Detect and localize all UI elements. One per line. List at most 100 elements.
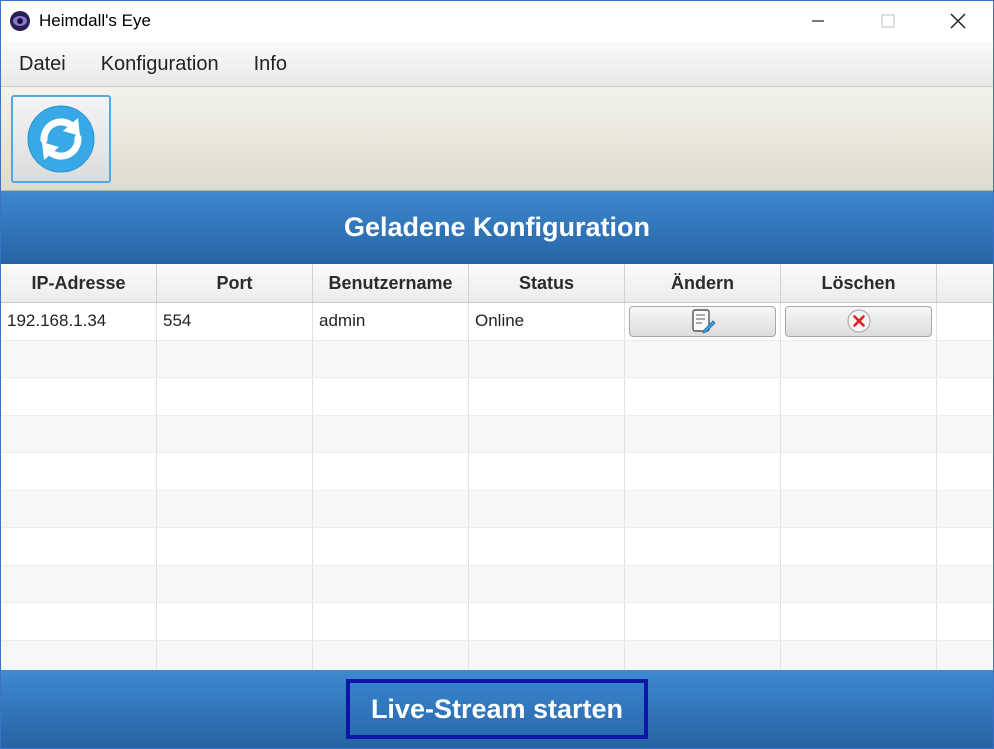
empty-cell xyxy=(1,603,157,640)
delete-icon xyxy=(846,309,871,333)
table-row-empty xyxy=(1,565,993,603)
empty-cell xyxy=(625,640,781,670)
close-icon xyxy=(950,13,966,29)
empty-cell xyxy=(781,378,937,415)
empty-cell xyxy=(781,603,937,640)
menu-bar: Datei Konfiguration Info xyxy=(1,41,993,87)
app-window: Heimdall's Eye Datei Konfiguration Info xyxy=(0,0,994,749)
empty-cell xyxy=(937,528,991,565)
config-table: IP-Adresse Port Benutzername Status Ände… xyxy=(1,264,993,670)
edit-button[interactable] xyxy=(629,305,776,337)
table-row-empty xyxy=(1,453,993,491)
empty-cell xyxy=(937,453,991,490)
empty-cell xyxy=(625,340,781,377)
cell-username: admin xyxy=(313,303,469,340)
window-title: Heimdall's Eye xyxy=(39,11,151,30)
empty-cell xyxy=(625,565,781,602)
table-row-empty xyxy=(1,528,993,566)
column-header-status[interactable]: Status xyxy=(469,264,625,302)
refresh-icon xyxy=(27,105,95,173)
refresh-button[interactable] xyxy=(11,95,111,183)
empty-cell xyxy=(469,603,625,640)
empty-cell xyxy=(1,640,157,670)
column-header-edit[interactable]: Ändern xyxy=(625,264,781,302)
empty-cell xyxy=(469,528,625,565)
cell-port: 554 xyxy=(157,303,313,340)
section-header: Geladene Konfiguration xyxy=(1,191,993,264)
empty-cell xyxy=(313,340,469,377)
empty-cell xyxy=(469,415,625,452)
table-row-empty xyxy=(1,340,993,378)
maximize-button[interactable] xyxy=(853,1,923,41)
table-row[interactable]: 192.168.1.34 554 admin Online xyxy=(1,303,993,341)
edit-icon xyxy=(691,309,716,334)
cell-ip: 192.168.1.34 xyxy=(1,303,157,340)
empty-cell xyxy=(937,341,991,378)
empty-cell xyxy=(313,528,469,565)
empty-cell xyxy=(157,528,313,565)
delete-button[interactable] xyxy=(785,305,932,337)
empty-cell xyxy=(313,378,469,415)
menu-datei[interactable]: Datei xyxy=(7,41,78,87)
table-header: IP-Adresse Port Benutzername Status Ände… xyxy=(1,264,993,303)
empty-cell xyxy=(157,565,313,602)
empty-cell xyxy=(469,565,625,602)
table-row-empty xyxy=(1,640,993,671)
empty-cell xyxy=(625,490,781,527)
empty-cell xyxy=(781,528,937,565)
empty-cell xyxy=(625,528,781,565)
empty-cell xyxy=(313,640,469,670)
cell-filler xyxy=(937,303,991,340)
empty-cell xyxy=(313,453,469,490)
empty-cell xyxy=(313,490,469,527)
empty-cell xyxy=(937,491,991,528)
empty-cell xyxy=(469,340,625,377)
menu-info[interactable]: Info xyxy=(242,41,299,87)
empty-cell xyxy=(157,415,313,452)
cell-edit xyxy=(625,303,781,340)
empty-cell xyxy=(313,415,469,452)
minimize-icon xyxy=(812,20,824,22)
empty-cell xyxy=(1,490,157,527)
empty-cell xyxy=(625,378,781,415)
minimize-button[interactable] xyxy=(783,1,853,41)
empty-cell xyxy=(157,603,313,640)
table-row-empty xyxy=(1,490,993,528)
column-header-username[interactable]: Benutzername xyxy=(313,264,469,302)
toolbar xyxy=(1,87,993,191)
empty-cell xyxy=(625,415,781,452)
cell-status: Online xyxy=(469,303,625,340)
empty-cell xyxy=(937,378,991,415)
window-controls xyxy=(783,1,993,41)
empty-cell xyxy=(1,528,157,565)
empty-cell xyxy=(157,378,313,415)
empty-cell xyxy=(157,640,313,670)
empty-cell xyxy=(781,453,937,490)
empty-cell xyxy=(937,416,991,453)
column-header-filler xyxy=(937,264,991,302)
empty-cell xyxy=(1,453,157,490)
column-header-port[interactable]: Port xyxy=(157,264,313,302)
empty-cell xyxy=(469,490,625,527)
empty-cell xyxy=(469,640,625,670)
empty-cell xyxy=(781,640,937,670)
maximize-icon xyxy=(881,14,895,28)
column-header-ip[interactable]: IP-Adresse xyxy=(1,264,157,302)
cell-delete xyxy=(781,303,937,340)
empty-cell xyxy=(1,565,157,602)
section-title: Geladene Konfiguration xyxy=(343,212,651,242)
empty-cell xyxy=(781,415,937,452)
empty-cell xyxy=(937,641,991,671)
empty-cell xyxy=(469,378,625,415)
table-row-empty xyxy=(1,378,993,416)
empty-cell xyxy=(313,565,469,602)
empty-cell xyxy=(625,453,781,490)
footer-bar: Live-Stream starten xyxy=(1,670,993,748)
column-header-delete[interactable]: Löschen xyxy=(781,264,937,302)
empty-cell xyxy=(937,566,991,603)
menu-konfiguration[interactable]: Konfiguration xyxy=(89,41,231,87)
close-button[interactable] xyxy=(923,1,993,41)
title-bar: Heimdall's Eye xyxy=(1,1,993,41)
empty-cell xyxy=(313,603,469,640)
start-live-stream-button[interactable]: Live-Stream starten xyxy=(346,679,648,739)
